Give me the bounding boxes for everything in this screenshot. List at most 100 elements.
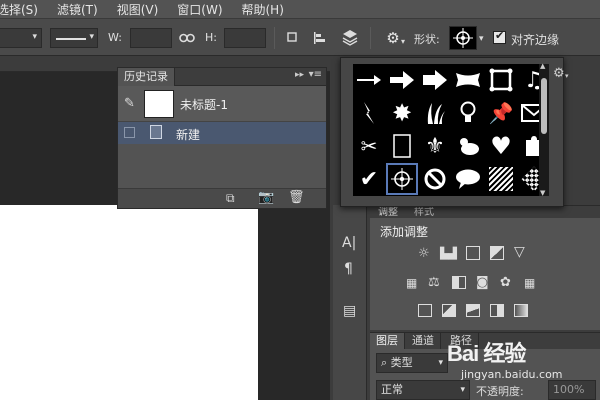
new-document-from-state-icon[interactable]: ⧉ [226, 191, 235, 206]
color-lookup-icon[interactable]: ▦ [524, 276, 535, 290]
blend-mode-value: 正常 [381, 383, 403, 396]
shape-frame-ornate[interactable] [485, 64, 517, 96]
color-balance-icon[interactable]: ⚖ [428, 275, 440, 290]
tab-history[interactable]: 历史记录 [118, 68, 175, 86]
paragraph-icon[interactable]: ¶ [344, 261, 353, 277]
menu-select[interactable]: 选择(S) [0, 1, 47, 18]
gradient-map-icon[interactable] [514, 304, 528, 317]
align-edges-label: 对齐边缘 [511, 33, 560, 47]
menu-view[interactable]: 视图(V) [117, 1, 168, 18]
shape-starburst[interactable]: ✸ [386, 97, 418, 129]
fill-dropdown[interactable]: ▾ [0, 28, 42, 48]
document-canvas[interactable] [0, 205, 258, 400]
snapshot-thumbnail [144, 90, 174, 118]
diagonal-lines-icon [489, 167, 513, 191]
path-operations-icon[interactable] [284, 29, 302, 47]
brightness-icon[interactable]: ☼ [418, 246, 430, 261]
history-snapshot[interactable]: ✎ 未标题-1 [118, 86, 326, 122]
history-footer: ⧉ 📷 🗑 [118, 188, 326, 208]
exposure-icon[interactable] [490, 246, 504, 260]
shape-banner[interactable] [452, 64, 484, 96]
shape-arrow-thin[interactable] [353, 64, 385, 96]
scrollbar-thumb[interactable] [541, 78, 547, 134]
align-edges-checkbox[interactable]: ✔ [493, 29, 506, 44]
gear-icon[interactable]: ⚙ [553, 66, 565, 81]
width-input[interactable] [130, 28, 172, 48]
banner-icon [456, 73, 480, 87]
shape-pushpin[interactable]: 📌 [485, 97, 517, 129]
scissors-icon: ✂ [360, 134, 378, 158]
checkmark-icon: ✔ [495, 29, 505, 42]
document-icon [150, 125, 162, 139]
history-state-row[interactable]: 新建 [118, 122, 326, 144]
posterize-icon[interactable] [442, 304, 456, 317]
menu-bar: 选择(S) 滤镜(T) 视图(V) 窗口(W) 帮助(H) [0, 0, 600, 18]
arrow-bold-icon [390, 71, 414, 89]
starburst-icon: ✸ [391, 99, 413, 127]
shape-no-symbol[interactable] [419, 163, 451, 195]
stroke-line-preview [56, 38, 86, 40]
stroke-type-dropdown[interactable]: ▾ [50, 28, 98, 48]
photo-filter-icon[interactable]: ◙ [476, 275, 489, 290]
collapse-icon[interactable]: ▸▸ [295, 70, 304, 80]
vibrance-icon[interactable]: ▽ [514, 244, 525, 260]
curves-icon[interactable] [466, 246, 480, 260]
shape-checkmark[interactable]: ✔ [353, 163, 385, 195]
ornate-frame-icon [489, 68, 513, 92]
character-icon[interactable]: A| [342, 235, 356, 251]
channel-mixer-icon[interactable]: ✿ [500, 275, 511, 290]
levels-icon[interactable]: ▙▟ [440, 247, 457, 260]
shape-frame-blank[interactable] [386, 130, 418, 162]
threshold-icon[interactable] [466, 304, 480, 317]
lightning-icon [364, 102, 374, 124]
state-checkbox[interactable] [124, 127, 135, 138]
shape-scissors[interactable]: ✂ [353, 130, 385, 162]
hue-saturation-icon[interactable]: ▦ [406, 276, 417, 290]
invert-icon[interactable] [418, 304, 432, 317]
panel-menu-icon[interactable]: ▾≡ [309, 69, 322, 80]
history-panel-header: 历史记录 ▸▸ ▾≡ [118, 68, 326, 86]
divider [274, 27, 275, 49]
camera-icon[interactable]: 📷 [258, 190, 274, 205]
menu-filter[interactable]: 滤镜(T) [57, 1, 107, 18]
layer-filter-dropdown[interactable]: ⌕ 类型 ▾ [376, 353, 448, 373]
selective-color-icon[interactable] [490, 304, 504, 317]
grass-icon [427, 103, 445, 124]
path-arrangement-icon[interactable] [340, 27, 360, 49]
shape-speech-bubble[interactable] [452, 163, 484, 195]
gear-icon[interactable]: ⚙ [384, 29, 402, 47]
fleur-de-lis-icon: ⚜ [425, 133, 445, 159]
chevron-down-icon[interactable]: ▾ [479, 34, 484, 44]
shape-fleur-de-lis[interactable]: ⚜ [419, 130, 451, 162]
notes-icon[interactable]: ▤ [343, 303, 356, 319]
shape-lightbulb[interactable] [452, 97, 484, 129]
menu-help[interactable]: 帮助(H) [242, 1, 293, 18]
adjustments-panel: 调整 样式 添加调整 ☼ ▙▟ ▽ ▦ ⚖ ◙ ✿ ▦ [370, 205, 600, 330]
shape-preset-dropdown[interactable] [449, 26, 477, 50]
scroll-up-icon[interactable]: ▲ [540, 62, 545, 70]
height-label: H: [205, 31, 217, 44]
shape-diagonal-lines[interactable] [485, 163, 517, 195]
tab-channels[interactable]: 通道 [406, 333, 441, 349]
link-icon[interactable] [178, 29, 196, 47]
snapshot-name: 未标题-1 [180, 98, 228, 112]
target-icon [453, 28, 473, 48]
black-white-icon[interactable] [452, 276, 466, 289]
shape-arrow-bold[interactable] [386, 64, 418, 96]
scroll-down-icon[interactable]: ▼ [540, 189, 545, 197]
menu-window[interactable]: 窗口(W) [177, 1, 231, 18]
shape-heart[interactable]: ♥ [485, 130, 517, 162]
shape-bird[interactable] [452, 130, 484, 162]
shape-grass[interactable] [419, 97, 451, 129]
shape-target[interactable] [386, 163, 418, 195]
tab-layers[interactable]: 图层 [370, 333, 405, 349]
shape-lightning[interactable] [353, 97, 385, 129]
shape-picker-scrollbar[interactable]: ▲ ▼ [539, 62, 549, 197]
history-brush-icon[interactable]: ✎ [124, 96, 135, 111]
path-alignment-icon[interactable] [310, 29, 330, 47]
state-name: 新建 [176, 128, 201, 142]
height-input[interactable] [224, 28, 266, 48]
trash-icon[interactable]: 🗑 [288, 190, 305, 205]
shape-arrow-fat[interactable] [419, 64, 451, 96]
no-symbol-icon [424, 168, 446, 190]
